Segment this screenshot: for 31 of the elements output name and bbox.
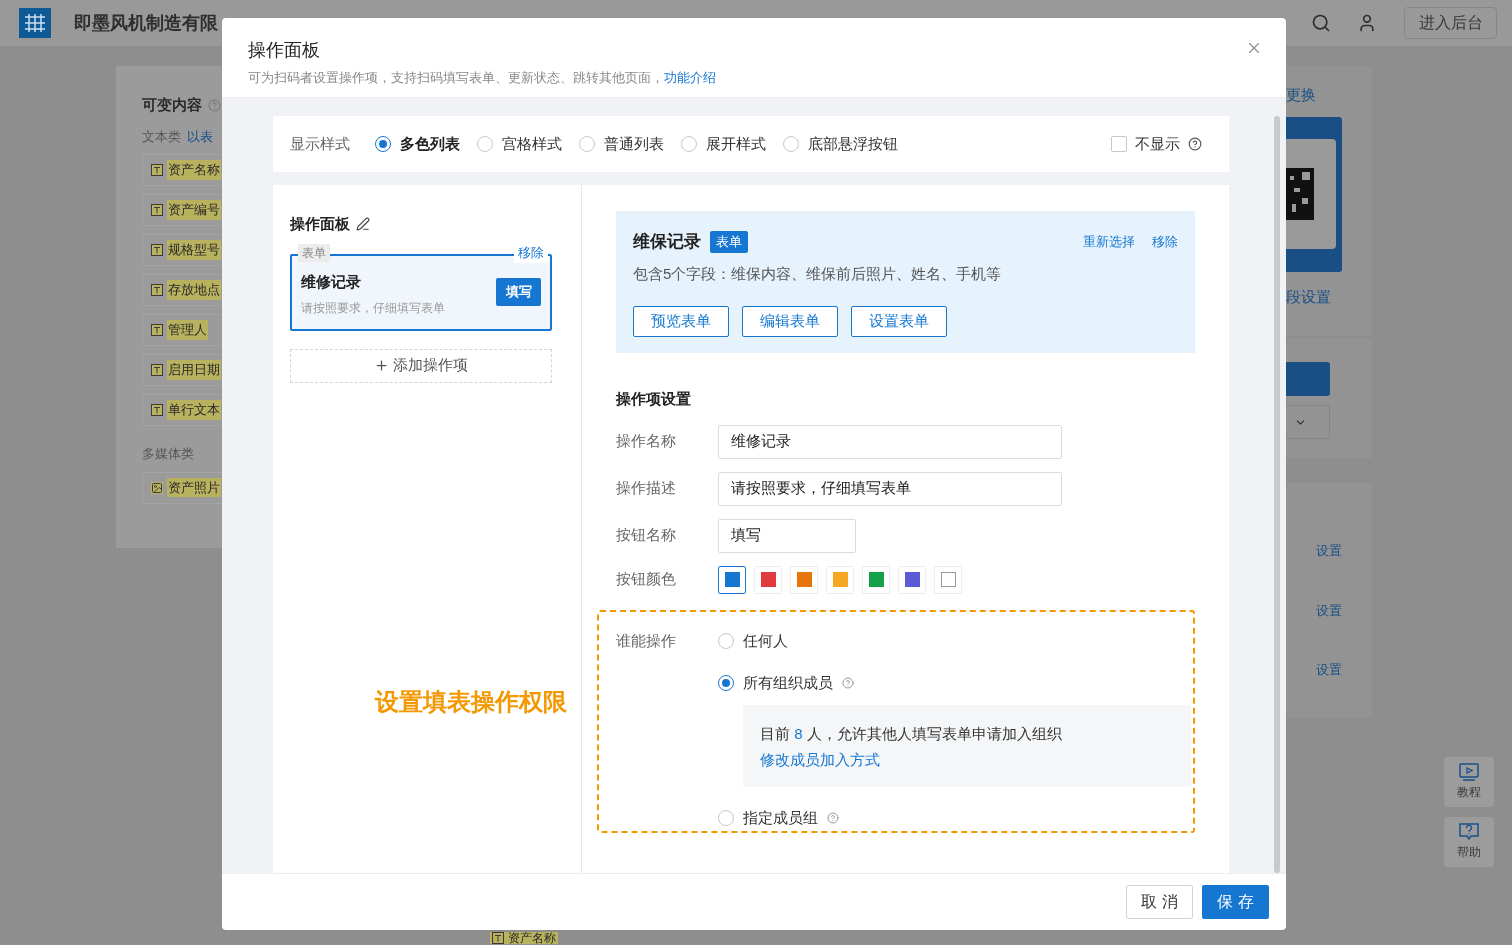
- section-title: 操作项设置: [616, 389, 692, 409]
- form-name: 维保记录: [633, 231, 701, 253]
- company-name: 即墨风机制造有限: [74, 11, 218, 35]
- field-label: 按钮名称: [616, 525, 677, 546]
- group-label: 文本类: [142, 127, 181, 146]
- field-label: 资产编号: [167, 200, 221, 220]
- form-tag: 表单: [710, 230, 748, 253]
- field-label: 启用日期: [167, 360, 221, 380]
- field-label: 资产照片: [167, 477, 221, 498]
- annotation-text: 设置填表操作权限: [375, 686, 567, 717]
- form-description: 包含5个字段：维保内容、维保前后照片、姓名、手机等: [633, 263, 1003, 284]
- field-label: 规格型号: [167, 240, 221, 260]
- field-label: 操作名称: [616, 431, 677, 452]
- field-label: 谁能操作: [616, 630, 677, 651]
- field-label: 按钮颜色: [616, 569, 677, 590]
- dialog-title: 操作面板: [248, 39, 320, 62]
- member-count-text: 目前 8 人，允许其他人填写表单申请加入组织: [760, 723, 1063, 744]
- field-label: 存放地点: [167, 280, 221, 300]
- group-label: 多媒体类: [142, 445, 194, 463]
- dialog-subtitle: 可为扫码者设置操作项，支持扫码填写表单、更新状态、跳转其他页面，功能介绍: [248, 69, 717, 87]
- action-name: 维修记录: [301, 271, 362, 292]
- panel-title: 操作面板: [290, 214, 350, 234]
- panel-title: 可变内容: [142, 95, 202, 115]
- field-label: 资产名称: [167, 160, 221, 180]
- field-label: 操作描述: [616, 478, 677, 499]
- field-label: 资产名称: [508, 932, 556, 944]
- field-label: 管理人: [167, 320, 208, 340]
- style-label: 显示样式: [290, 133, 350, 154]
- action-description: 请按照要求，仔细填写表单: [301, 300, 445, 318]
- type-tag: 表单: [298, 243, 330, 262]
- field-label: 单行文本: [167, 400, 221, 420]
